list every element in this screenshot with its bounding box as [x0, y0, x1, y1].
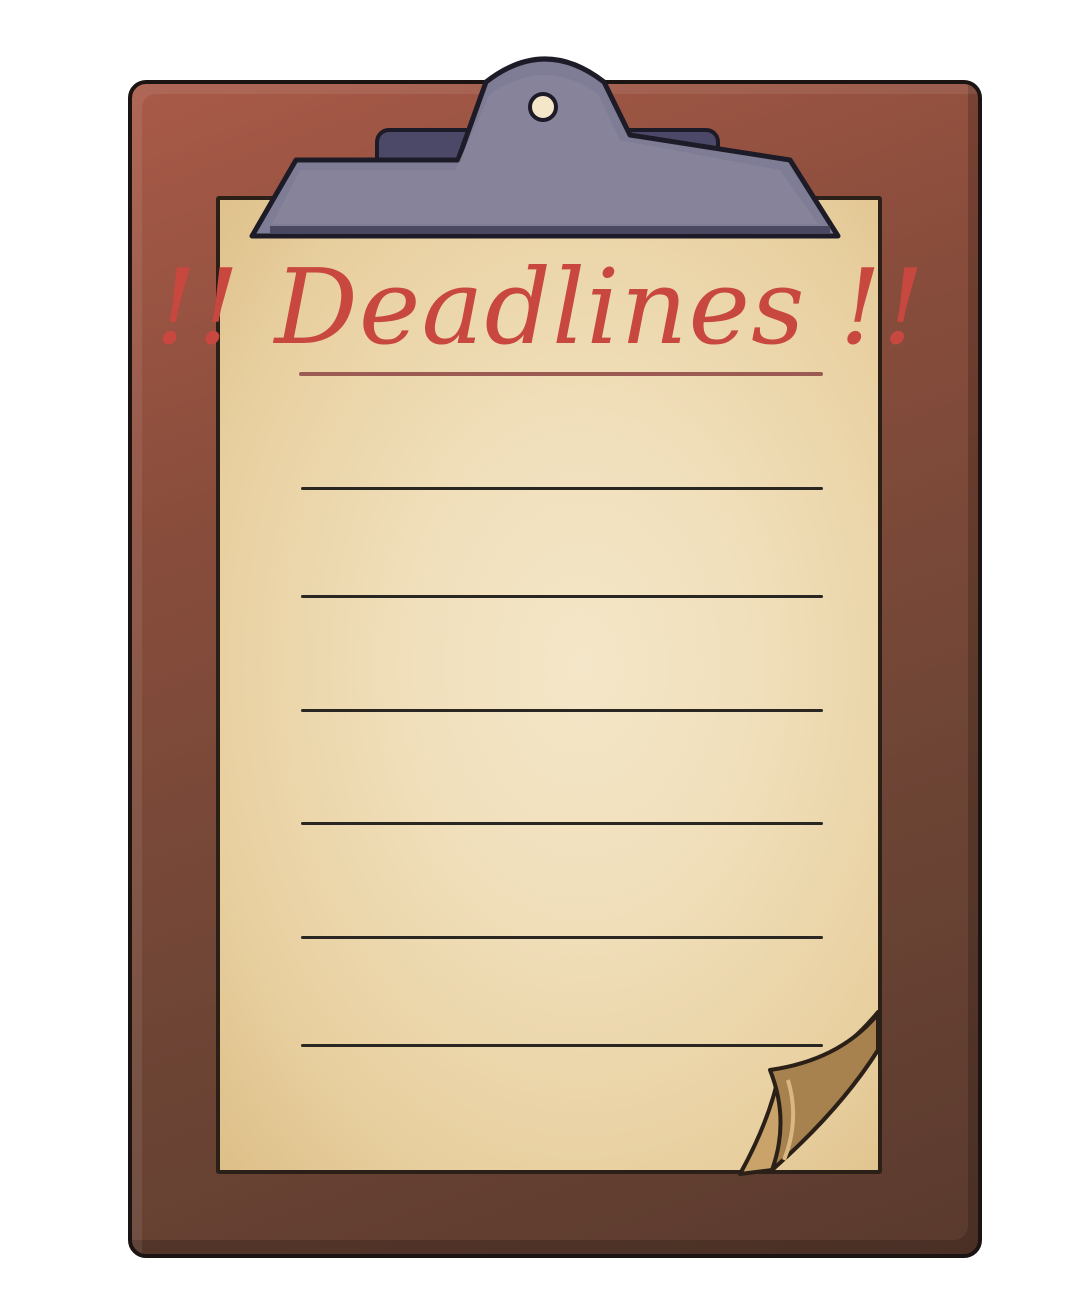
clipboard-clip-icon: [249, 56, 841, 239]
page-curl-icon: [738, 1010, 880, 1176]
clipboard-illustration: !! Deadlines !!: [0, 0, 1080, 1300]
clipboard-overlay: [249, 56, 880, 1176]
